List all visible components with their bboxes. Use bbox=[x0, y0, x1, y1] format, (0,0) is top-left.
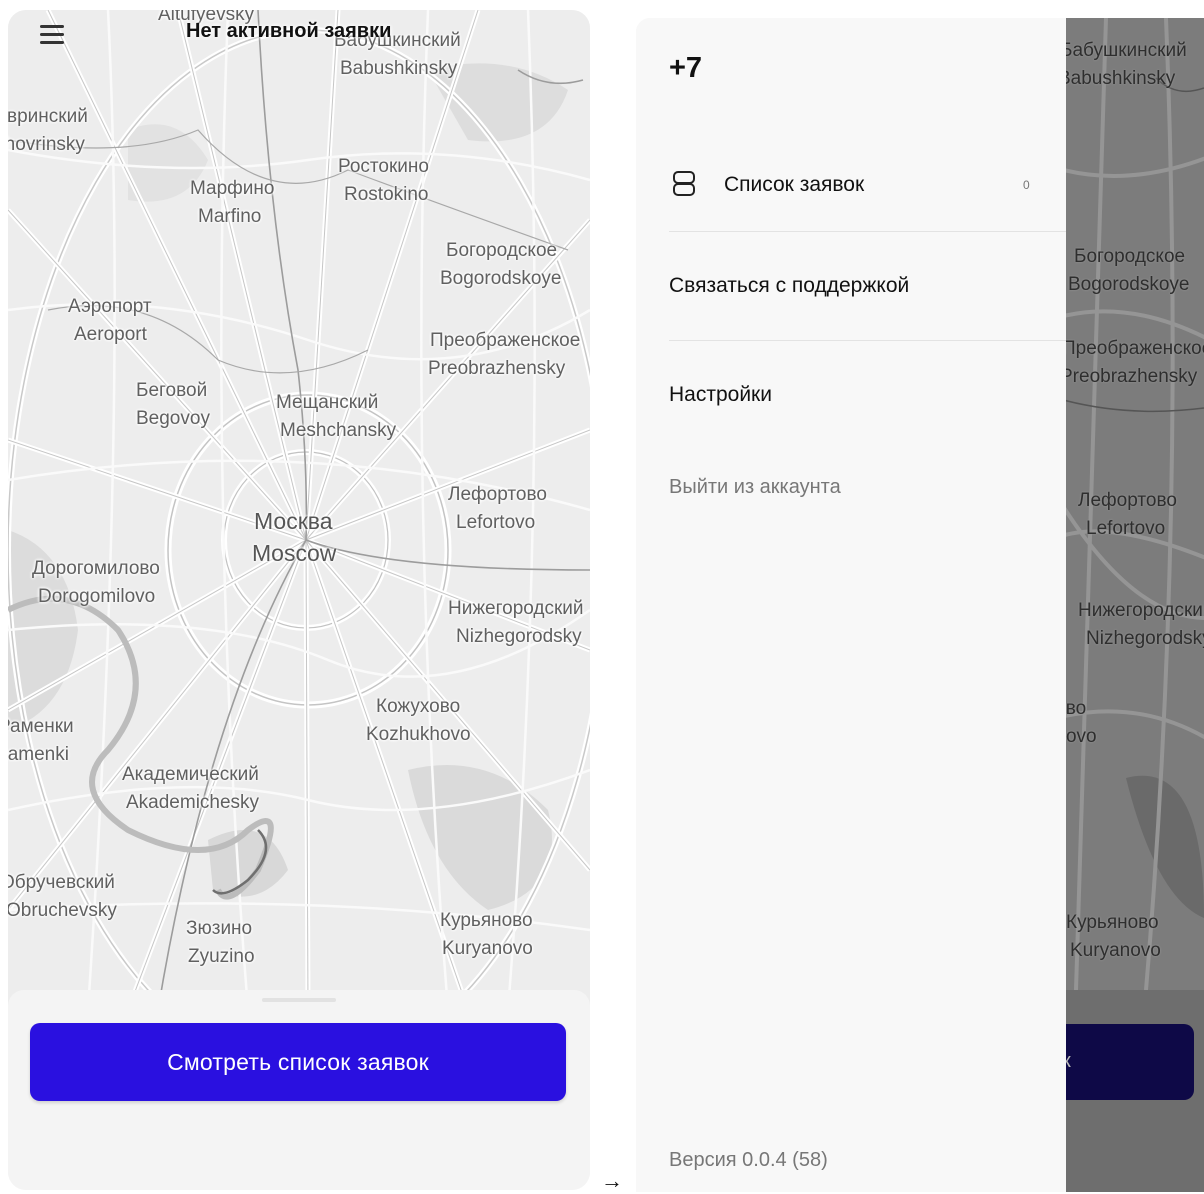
map-label: Kozhukhovo bbox=[366, 724, 471, 745]
map-label: Беговой bbox=[136, 380, 208, 401]
map-label: Кожухово bbox=[1066, 698, 1087, 719]
map-label: Раменки bbox=[8, 716, 74, 737]
map-label-city: Moscow bbox=[252, 540, 337, 566]
divider bbox=[669, 340, 1066, 341]
map-label: Богородское bbox=[446, 240, 558, 261]
list-icon bbox=[673, 171, 695, 197]
map-label: Akademichesky bbox=[126, 792, 260, 813]
side-drawer: +7 Список заявок 0 Связаться с поддержко… bbox=[636, 18, 1066, 1192]
map-label: Нижегородский bbox=[448, 598, 584, 619]
hamburger-menu-icon[interactable] bbox=[38, 22, 66, 46]
map-label: Dorogomilovo bbox=[38, 586, 156, 607]
map-label: Зюзино bbox=[186, 918, 253, 939]
map-label: Lefortovo bbox=[1086, 518, 1166, 539]
map-label: Khovrinsky bbox=[8, 134, 85, 155]
map-label: Kozhukhovo bbox=[1066, 726, 1097, 747]
map-label: Лефортово bbox=[448, 484, 547, 505]
button-text-fragment: к bbox=[1066, 1050, 1071, 1072]
transition-arrow: → bbox=[601, 1168, 623, 1193]
bottom-sheet: Смотреть список заявок bbox=[8, 990, 590, 1190]
map-label: Нижегородский bbox=[1078, 600, 1204, 621]
map-label: Babushkinsky bbox=[340, 58, 458, 79]
map-label: Marfino bbox=[198, 206, 262, 227]
menu-item-support[interactable]: Связаться с поддержкой bbox=[669, 274, 909, 298]
menu-screen: Бабушкинский Babushkinsky Богородское Bo… bbox=[636, 18, 1204, 1192]
view-orders-button[interactable]: Смотреть список заявок bbox=[30, 1023, 566, 1101]
map-label: Meshchansky bbox=[280, 420, 397, 441]
map-label: Aeroport bbox=[74, 324, 147, 345]
map-screen: Altufyevsky Бабушкинский Babushkinsky Хо… bbox=[8, 10, 590, 1190]
map-label: Преображенское bbox=[1066, 338, 1204, 359]
map-label: Nizhegorodsky bbox=[456, 626, 582, 647]
map-label: Ростокино bbox=[338, 156, 429, 177]
map-label: Kuryanovo bbox=[1070, 940, 1161, 961]
dimmed-map-overlay[interactable]: Бабушкинский Babushkinsky Богородское Bo… bbox=[1066, 18, 1204, 1192]
logout-link[interactable]: Выйти из аккаунта bbox=[669, 476, 841, 499]
user-phone: +7 bbox=[669, 52, 703, 84]
map-label: Мещанский bbox=[276, 392, 379, 413]
map-label: Preobrazhensky bbox=[428, 358, 566, 379]
map-label: Богородское bbox=[1074, 246, 1186, 267]
map-label: Ramenki bbox=[8, 744, 69, 765]
map-label: Nizhegorodsky bbox=[1086, 628, 1204, 649]
map-label: Курьяново bbox=[1066, 912, 1159, 933]
map-label: Bogorodskoye bbox=[1068, 274, 1190, 295]
map-label: Курьяново bbox=[440, 910, 533, 931]
map-label: Lefortovo bbox=[456, 512, 536, 533]
map-label: Babushkinsky bbox=[1066, 68, 1176, 89]
menu-item-orders[interactable]: Список заявок bbox=[724, 173, 864, 197]
map-label: Лефортово bbox=[1078, 490, 1177, 511]
map-label: Бабушкинский bbox=[1066, 40, 1187, 61]
map-label: Марфино bbox=[190, 178, 275, 199]
map-label: Preobrazhensky bbox=[1066, 366, 1198, 387]
map-label: Zyuzino bbox=[188, 946, 255, 967]
dimmed-view-orders-button: к bbox=[1066, 1024, 1194, 1100]
map-label: Преображенское bbox=[430, 330, 581, 351]
map-label: Обручевский bbox=[8, 872, 115, 893]
sheet-handle[interactable] bbox=[262, 998, 336, 1002]
map-label: Rostokino bbox=[344, 184, 429, 205]
map-label: Begovoy bbox=[136, 408, 210, 429]
map-label: Академический bbox=[122, 764, 259, 785]
menu-item-settings[interactable]: Настройки bbox=[669, 383, 772, 407]
map-label: Кожухово bbox=[376, 696, 461, 717]
divider bbox=[669, 231, 1066, 232]
map-label: Дорогомилово bbox=[32, 558, 160, 579]
app-version: Версия 0.0.4 (58) bbox=[669, 1149, 828, 1171]
map-label: Bogorodskoye bbox=[440, 268, 562, 289]
page-title: Нет активной заявки bbox=[186, 20, 392, 42]
map-label: Kuryanovo bbox=[442, 938, 533, 959]
map-label: Ховринский bbox=[8, 106, 88, 127]
map-label-city: Москва bbox=[254, 508, 333, 534]
map-label: Аэропорт bbox=[68, 296, 152, 317]
orders-count-badge: 0 bbox=[1023, 178, 1030, 192]
map-label: Obruchevsky bbox=[8, 900, 117, 921]
